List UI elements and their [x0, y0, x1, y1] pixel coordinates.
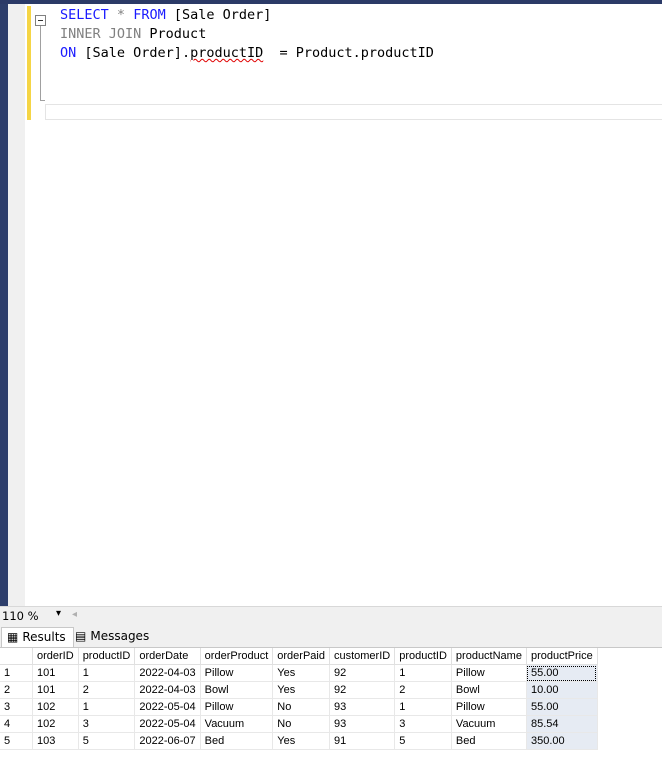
- cell[interactable]: 1: [394, 664, 452, 682]
- row-number-header[interactable]: [0, 648, 33, 665]
- code-line-1[interactable]: SELECT * FROM [Sale Order]: [60, 6, 271, 25]
- cell[interactable]: Yes: [272, 732, 330, 750]
- cell[interactable]: 92: [329, 681, 396, 699]
- row-number[interactable]: 3: [0, 698, 33, 716]
- cell[interactable]: 85.54: [526, 715, 598, 733]
- cell[interactable]: Vacuum: [451, 715, 527, 733]
- column-header[interactable]: orderProduct: [200, 648, 274, 665]
- results-table: orderID productID orderDate orderProduct…: [0, 648, 598, 750]
- header-row: orderID productID orderDate orderProduct…: [0, 648, 598, 665]
- selected-cell[interactable]: 55.00: [526, 664, 598, 682]
- join-table-name: Product: [149, 26, 207, 42]
- cell[interactable]: No: [272, 698, 330, 716]
- outline-line: [40, 26, 41, 101]
- join-left-table: [Sale Order].: [84, 45, 191, 61]
- join-right-column: = Product.productID: [263, 45, 434, 61]
- cell[interactable]: 5: [394, 732, 452, 750]
- cell[interactable]: 1: [78, 664, 136, 682]
- results-grid[interactable]: orderID productID orderDate orderProduct…: [0, 647, 662, 778]
- messages-icon: ▤: [75, 629, 87, 643]
- column-header[interactable]: orderID: [32, 648, 79, 665]
- cell[interactable]: 10.00: [526, 681, 598, 699]
- star-token: *: [116, 7, 126, 23]
- cell[interactable]: Pillow: [200, 698, 274, 716]
- table-row: 2 101 2 2022-04-03 Bowl Yes 92 2 Bowl 10…: [0, 681, 598, 699]
- cell[interactable]: 91: [329, 732, 396, 750]
- cell[interactable]: 92: [329, 664, 396, 682]
- cell[interactable]: 2022-05-04: [134, 698, 201, 716]
- cell[interactable]: No: [272, 715, 330, 733]
- cell[interactable]: 2: [78, 681, 136, 699]
- cell[interactable]: 102: [32, 715, 79, 733]
- column-header[interactable]: customerID: [329, 648, 396, 665]
- row-number[interactable]: 5: [0, 732, 33, 750]
- outline-end: [40, 100, 45, 101]
- column-header[interactable]: orderDate: [134, 648, 201, 665]
- grid-icon: ▦: [7, 630, 19, 644]
- cell[interactable]: 101: [32, 664, 79, 682]
- query-editor[interactable]: SELECT * FROM [Sale Order] INNER JOIN Pr…: [8, 4, 662, 606]
- table-row: 3 102 1 2022-05-04 Pillow No 93 1 Pillow…: [0, 698, 598, 716]
- code-line-2[interactable]: INNER JOIN Product: [60, 25, 206, 44]
- cell[interactable]: 2022-06-07: [134, 732, 201, 750]
- cell[interactable]: 5: [78, 732, 136, 750]
- cell[interactable]: 2022-05-04: [134, 715, 201, 733]
- tab-results[interactable]: ▦ Results: [1, 627, 74, 647]
- keyword-from: FROM: [133, 7, 166, 23]
- cell[interactable]: Bed: [200, 732, 274, 750]
- cell[interactable]: Pillow: [200, 664, 274, 682]
- cell[interactable]: 93: [329, 698, 396, 716]
- cell[interactable]: Bed: [451, 732, 527, 750]
- column-header[interactable]: productID: [394, 648, 452, 665]
- current-line-highlight: [45, 104, 662, 120]
- scroll-left-icon[interactable]: ◂: [72, 609, 77, 620]
- tab-messages[interactable]: ▤ Messages: [75, 627, 149, 646]
- cell[interactable]: 93: [329, 715, 396, 733]
- cell[interactable]: Vacuum: [200, 715, 274, 733]
- code-line-3[interactable]: ON [Sale Order].productID = Product.prod…: [60, 44, 434, 63]
- table-row: 4 102 3 2022-05-04 Vacuum No 93 3 Vacuum…: [0, 715, 598, 733]
- cell[interactable]: Pillow: [451, 698, 527, 716]
- row-number[interactable]: 2: [0, 681, 33, 699]
- tab-results-label: Results: [22, 630, 66, 644]
- cell[interactable]: Bowl: [200, 681, 274, 699]
- cell[interactable]: Yes: [272, 681, 330, 699]
- editor-gutter: [8, 4, 25, 606]
- cell[interactable]: 2022-04-03: [134, 664, 201, 682]
- cell[interactable]: 2022-04-03: [134, 681, 201, 699]
- zoom-dropdown-icon[interactable]: ▾: [56, 608, 61, 619]
- cell[interactable]: 1: [78, 698, 136, 716]
- join-left-column: productID: [190, 45, 264, 61]
- cell[interactable]: 350.00: [526, 732, 598, 750]
- row-number[interactable]: 1: [0, 664, 33, 682]
- column-header[interactable]: productID: [78, 648, 136, 665]
- results-tabs: ▦ Results ▤ Messages: [0, 626, 662, 647]
- column-header[interactable]: productName: [451, 648, 527, 665]
- keyword-select: SELECT: [60, 7, 109, 23]
- cell[interactable]: Bowl: [451, 681, 527, 699]
- table-row: 1 101 1 2022-04-03 Pillow Yes 92 1 Pillo…: [0, 664, 598, 682]
- table-name: [Sale Order]: [173, 7, 272, 23]
- row-number[interactable]: 4: [0, 715, 33, 733]
- cell[interactable]: Yes: [272, 664, 330, 682]
- zoom-bar: 110 % ▾ ◂: [0, 606, 662, 627]
- cell[interactable]: Pillow: [451, 664, 527, 682]
- zoom-level[interactable]: 110 %: [2, 609, 39, 623]
- cell[interactable]: 2: [394, 681, 452, 699]
- cell[interactable]: 3: [78, 715, 136, 733]
- cell[interactable]: 1: [394, 698, 452, 716]
- cell[interactable]: 102: [32, 698, 79, 716]
- column-header[interactable]: orderPaid: [272, 648, 330, 665]
- keyword-on: ON: [60, 45, 77, 61]
- cell[interactable]: 55.00: [526, 698, 598, 716]
- cell[interactable]: 101: [32, 681, 79, 699]
- tab-messages-label: Messages: [90, 629, 150, 643]
- cell[interactable]: 103: [32, 732, 79, 750]
- change-tracking-bar: [27, 6, 31, 120]
- table-row: 5 103 5 2022-06-07 Bed Yes 91 5 Bed 350.…: [0, 732, 598, 750]
- cell[interactable]: 3: [394, 715, 452, 733]
- collapse-icon[interactable]: [35, 15, 46, 26]
- keyword-inner-join: INNER JOIN: [60, 26, 142, 42]
- column-header[interactable]: productPrice: [526, 648, 598, 665]
